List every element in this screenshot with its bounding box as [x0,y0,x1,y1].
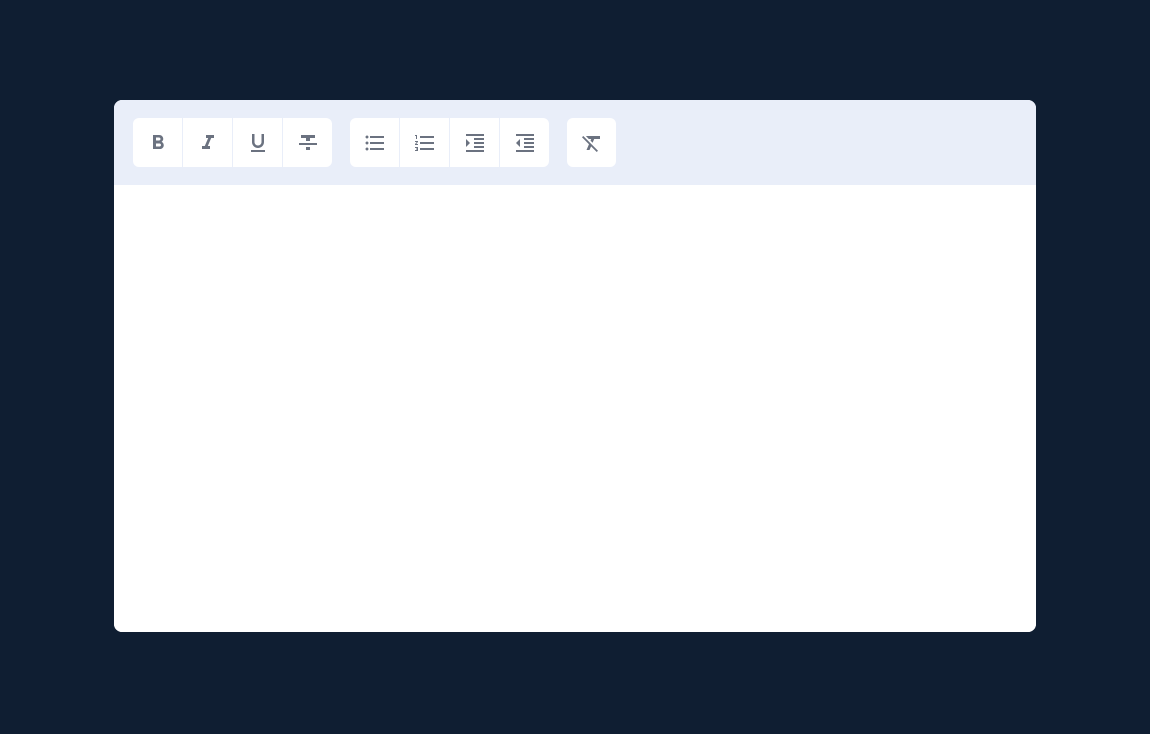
lists-group [350,118,549,167]
editor-content-area[interactable] [114,185,1036,632]
italic-button[interactable] [183,118,232,167]
ordered-list-icon [413,131,437,155]
strikethrough-button[interactable] [283,118,332,167]
underline-icon [246,131,270,155]
text-format-group [133,118,332,167]
rich-text-editor [114,100,1036,632]
bullet-list-icon [363,131,387,155]
editor-toolbar [114,100,1036,185]
clear-format-icon [580,131,604,155]
outdent-button[interactable] [500,118,549,167]
italic-icon [196,131,220,155]
bold-icon [146,131,170,155]
outdent-icon [513,131,537,155]
indent-icon [463,131,487,155]
clear-group [567,118,616,167]
strikethrough-icon [296,131,320,155]
ordered-list-button[interactable] [400,118,449,167]
indent-button[interactable] [450,118,499,167]
bold-button[interactable] [133,118,182,167]
clear-format-button[interactable] [567,118,616,167]
underline-button[interactable] [233,118,282,167]
bullet-list-button[interactable] [350,118,399,167]
